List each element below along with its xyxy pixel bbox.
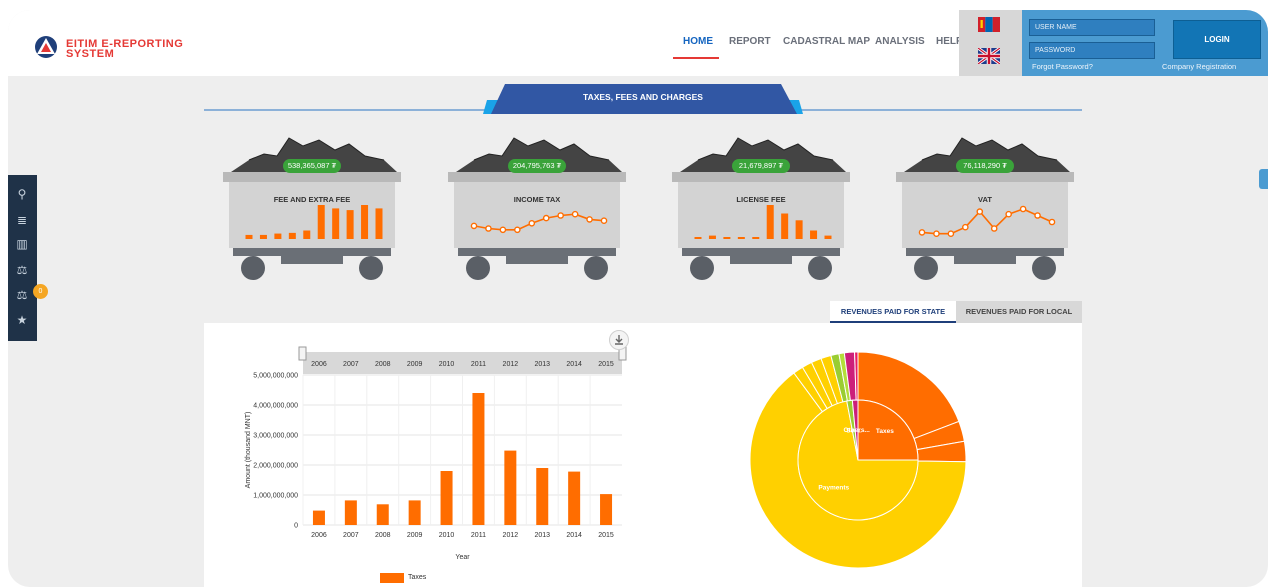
right-side-tab[interactable] xyxy=(1259,169,1268,189)
username-field[interactable]: USER NAME xyxy=(1029,19,1155,36)
database-icon[interactable]: ≣ xyxy=(14,213,30,227)
y-tick-label: 5,000,000,000 xyxy=(253,373,298,380)
navigator-handle-left[interactable] xyxy=(298,346,307,361)
x-axis-title: Year xyxy=(455,554,470,561)
cart-amount: 76,118,290 ₮ xyxy=(956,159,1014,173)
navigator-year-label: 2014 xyxy=(566,361,582,368)
pie-slice-label: Payments xyxy=(818,484,849,491)
mongolian-flag-icon[interactable] xyxy=(978,17,1000,32)
cart-amount: 538,365,087 ₮ xyxy=(283,159,341,173)
revenue-cart[interactable]: 538,365,087 ₮ FEE AND EXTRA FEE xyxy=(219,130,405,285)
mine-cart-icon xyxy=(672,137,850,280)
x-tick-label: 2014 xyxy=(566,532,582,539)
language-switcher xyxy=(959,10,1022,76)
star-icon[interactable]: ★ xyxy=(14,313,30,327)
revenue-cart[interactable]: 204,795,763 ₮ INCOME TAX xyxy=(444,130,630,285)
x-tick-label: 2011 xyxy=(471,532,486,539)
section-title: TAXES, FEES AND CHARGES xyxy=(583,92,703,102)
mine-cart-icon xyxy=(223,137,401,280)
bar-2015[interactable] xyxy=(600,494,613,525)
nav-active-underline xyxy=(673,57,719,59)
cart-amount: 21,679,897 ₮ xyxy=(732,159,790,173)
y-tick-label: 4,000,000,000 xyxy=(253,403,298,410)
x-tick-label: 2009 xyxy=(407,532,423,539)
login-button[interactable]: LOGIN xyxy=(1173,20,1261,59)
y-tick-label: 3,000,000,000 xyxy=(253,433,298,440)
legend-swatch-taxes[interactable] xyxy=(380,573,404,583)
tab-state-budget[interactable]: REVENUES PAID FOR STATE BUDGET xyxy=(830,301,956,338)
navigator-year-label: 2006 xyxy=(311,361,327,368)
mine-cart-icon xyxy=(448,137,626,280)
login-panel: USER NAME PASSWORD LOGIN Forgot Password… xyxy=(1022,10,1268,76)
scale-icon-2[interactable]: ⚖ xyxy=(14,288,30,302)
x-tick-label: 2012 xyxy=(503,532,519,539)
y-tick-label: 1,000,000,000 xyxy=(253,493,298,500)
forgot-password-link[interactable]: Forgot Password? xyxy=(1032,62,1093,71)
notification-badge: 0 xyxy=(33,284,48,299)
building-icon[interactable]: ▥ xyxy=(14,237,30,251)
bar-2013[interactable] xyxy=(536,468,549,525)
x-tick-label: 2008 xyxy=(375,532,391,539)
bar-2014[interactable] xyxy=(568,471,581,525)
pie-slice-label: Others... xyxy=(843,427,870,434)
download-icon[interactable] xyxy=(609,330,629,350)
navigator-year-label: 2015 xyxy=(598,361,614,368)
y-tick-label: 0 xyxy=(294,523,298,530)
top-header: EITIM E-REPORTING SYSTEM HOME REPORT CAD… xyxy=(8,10,1268,76)
logo-text[interactable]: EITIM E-REPORTING SYSTEM xyxy=(66,39,183,60)
legend-label-taxes[interactable]: Taxes xyxy=(408,574,426,581)
bar-2009[interactable] xyxy=(408,500,421,525)
password-field[interactable]: PASSWORD xyxy=(1029,42,1155,59)
map-marker-icon[interactable]: ⚲ xyxy=(14,187,30,201)
x-tick-label: 2013 xyxy=(534,532,550,539)
bar-2011[interactable] xyxy=(472,393,485,525)
cart-amount: 204,795,763 ₮ xyxy=(508,159,566,173)
navigator-year-label: 2013 xyxy=(534,361,550,368)
navigator-year-label: 2009 xyxy=(407,361,423,368)
bar-chart: 0 1,000,000,000 2,000,000,000 3,000,000,000… xyxy=(245,346,627,561)
pie-slice-label: Taxes xyxy=(876,428,894,435)
nav-home[interactable]: HOME xyxy=(683,36,713,47)
left-sidebar: ⚲ ≣ ▥ ⚖ ⚖ ★ xyxy=(8,175,37,341)
bar-2008[interactable] xyxy=(376,504,389,525)
app-frame: EITIM E-REPORTING SYSTEM HOME REPORT CAD… xyxy=(8,10,1268,587)
revenue-cart[interactable]: 21,679,897 ₮ LICENSE FEE xyxy=(668,130,854,285)
y-tick-label: 2,000,000,000 xyxy=(253,463,298,470)
x-tick-label: 2010 xyxy=(439,532,455,539)
revenue-cart[interactable]: 76,118,290 ₮ VAT xyxy=(892,130,1078,285)
navigator-year-label: 2012 xyxy=(503,361,519,368)
uk-flag-icon[interactable] xyxy=(978,48,1000,64)
company-registration-link[interactable]: Company Registration xyxy=(1162,62,1236,71)
bar-2006[interactable] xyxy=(312,510,325,525)
y-axis-title: Amount (thousand MNT) xyxy=(245,412,252,489)
navigator-year-label: 2007 xyxy=(343,361,359,368)
nav-cadastral-map[interactable]: CADASTRAL MAP xyxy=(783,36,870,47)
x-tick-label: 2007 xyxy=(343,532,359,539)
logo-icon xyxy=(35,36,57,58)
bar-2012[interactable] xyxy=(504,450,517,525)
cart-label: FEE AND EXTRA FEE xyxy=(273,195,351,204)
navigator-year-label: 2008 xyxy=(375,361,391,368)
pie-chart: TaxesPaymentsSer...Others... xyxy=(749,351,967,569)
x-tick-label: 2006 xyxy=(311,532,327,539)
mine-cart-icon xyxy=(896,137,1074,280)
navigator-year-label: 2010 xyxy=(439,361,455,368)
cart-label: VAT xyxy=(978,195,992,204)
navigator-year-label: 2011 xyxy=(471,361,486,368)
scale-icon[interactable]: ⚖ xyxy=(14,263,30,277)
bar-2010[interactable] xyxy=(440,471,453,525)
x-tick-label: 2015 xyxy=(598,532,614,539)
nav-report[interactable]: REPORT xyxy=(729,36,771,47)
cart-label: LICENSE FEE xyxy=(736,195,786,204)
nav-analysis[interactable]: ANALYSIS xyxy=(875,36,925,47)
logo-line-2: SYSTEM xyxy=(66,48,115,60)
cart-label: INCOME TAX xyxy=(513,195,561,204)
tab-local-budget[interactable]: REVENUES PAID FOR LOCAL BUDGET xyxy=(956,301,1082,338)
bar-2007[interactable] xyxy=(344,500,357,525)
